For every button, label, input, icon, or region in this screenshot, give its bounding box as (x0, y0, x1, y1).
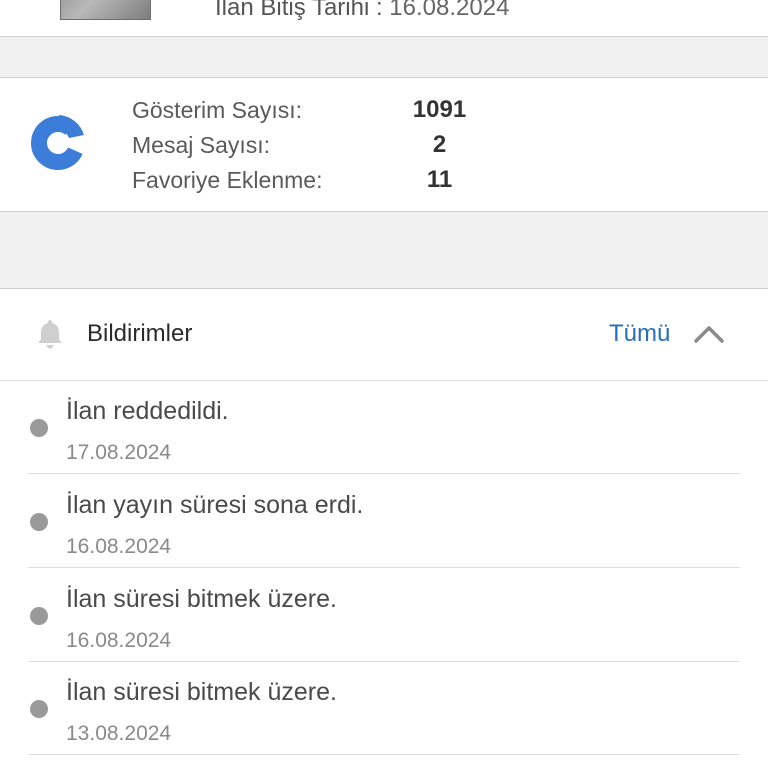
stat-row-favorites: Favoriye Eklenme: 11 (132, 164, 552, 196)
list-item[interactable]: İlan yayın süresi sona erdi. 16.08.2024 (28, 475, 740, 568)
notification-date: 16.08.2024 (66, 629, 172, 652)
stat-label: Mesaj Sayısı: (132, 132, 271, 158)
section-gap (0, 212, 768, 288)
bullet-dot-icon (30, 607, 48, 625)
stat-row-messages: Mesaj Sayısı: 2 (132, 129, 552, 161)
listing-summary: İlan Bitiş Tarihi : 16.08.2024 (0, 0, 768, 36)
section-gap (0, 37, 768, 77)
notification-text: İlan yayın süresi sona erdi. (66, 491, 364, 519)
bullet-dot-icon (30, 419, 48, 437)
stat-label: Favoriye Eklenme: (132, 167, 323, 193)
stat-value: 2 (432, 131, 447, 158)
notification-text: İlan süresi bitmek üzere. (66, 585, 337, 613)
notification-date: 16.08.2024 (66, 535, 172, 558)
bullet-dot-icon (30, 700, 48, 718)
bell-icon (38, 320, 62, 349)
stat-value: 1091 (412, 96, 467, 123)
end-date-value: 16.08.2024 (389, 0, 510, 21)
stat-value: 11 (426, 166, 453, 193)
listing-thumbnail[interactable] (60, 0, 151, 20)
list-item[interactable]: İlan süresi bitmek üzere. 13.08.2024 (28, 662, 740, 755)
see-all-link[interactable]: Tümü (609, 318, 670, 350)
end-date-label: İlan Bitiş Tarihi : (215, 0, 383, 21)
listing-end-date: İlan Bitiş Tarihi : 16.08.2024 (215, 0, 509, 26)
list-item[interactable]: İlan reddedildi. 17.08.2024 (28, 381, 740, 474)
notification-text: İlan reddedildi. (66, 397, 229, 425)
notifications-list: İlan reddedildi. 17.08.2024 İlan yayın s… (0, 381, 768, 768)
stat-label: Gösterim Sayısı: (132, 97, 302, 123)
chevron-up-icon[interactable] (692, 321, 726, 347)
stat-row-impressions: Gösterim Sayısı: 1091 (132, 94, 552, 126)
notification-date: 17.08.2024 (66, 441, 172, 464)
list-item[interactable]: İlan süresi bitmek üzere. 16.08.2024 (28, 569, 740, 662)
donut-chart-icon (31, 115, 85, 170)
bullet-dot-icon (30, 513, 48, 531)
notifications-title: Bildirimler (87, 320, 193, 347)
notification-text: İlan süresi bitmek üzere. (66, 678, 337, 706)
notification-date: 13.08.2024 (66, 722, 172, 745)
